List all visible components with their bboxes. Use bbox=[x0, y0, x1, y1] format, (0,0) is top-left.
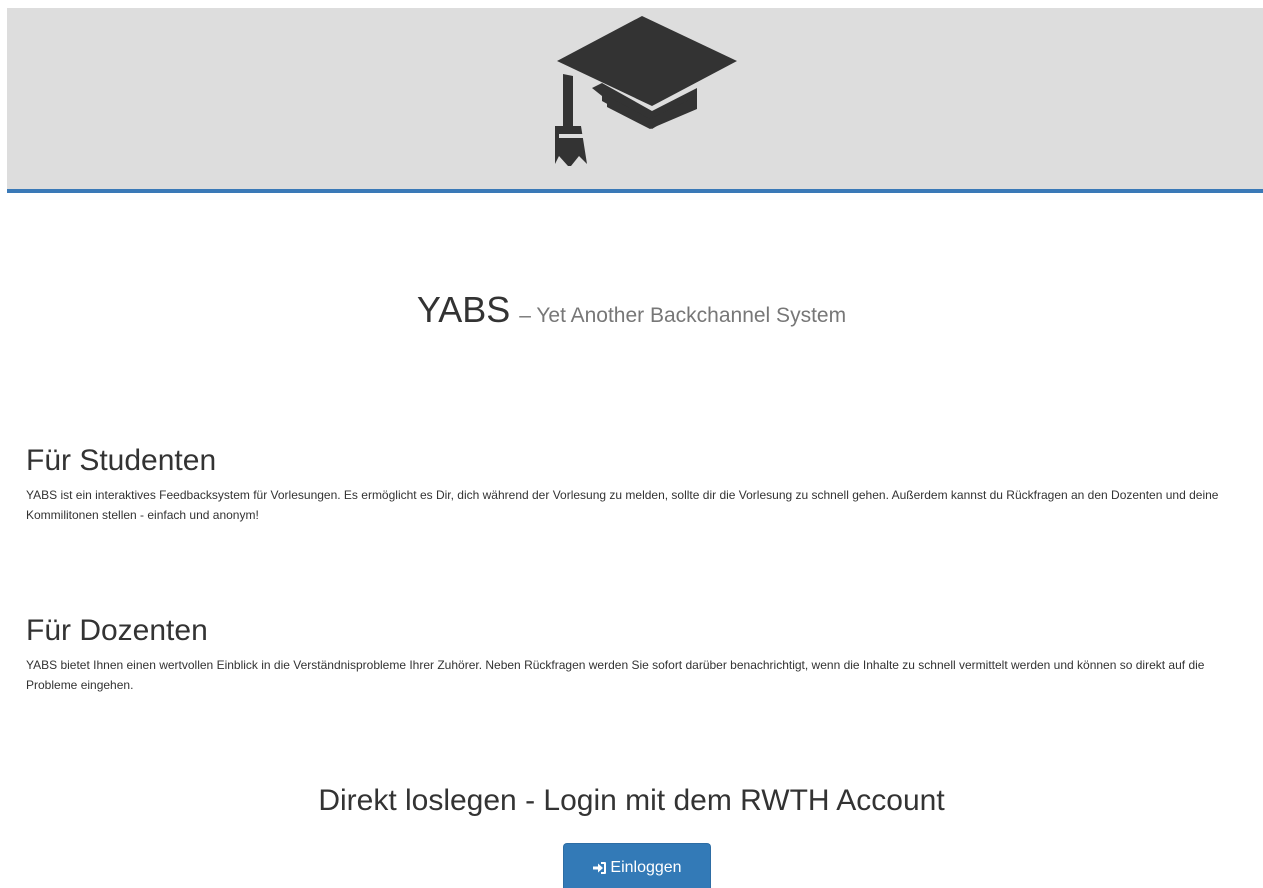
login-button[interactable]: Einloggen bbox=[563, 843, 711, 888]
section-students: Für Studenten YABS ist ein interaktives … bbox=[26, 444, 1236, 525]
section-lecturers: Für Dozenten YABS bietet Ihnen einen wer… bbox=[26, 614, 1236, 695]
section-heading-lecturers: Für Dozenten bbox=[26, 614, 208, 647]
header-banner bbox=[7, 8, 1263, 193]
landing-page: YABS – Yet Another Backchannel System Fü… bbox=[0, 0, 1263, 888]
app-subtitle: – Yet Another Backchannel System bbox=[519, 304, 847, 327]
graduation-cap-icon bbox=[547, 16, 747, 168]
log-in-icon bbox=[592, 860, 608, 876]
section-body-lecturers: YABS bietet Ihnen einen wertvollen Einbl… bbox=[26, 658, 1205, 692]
page-title: YABS – Yet Another Backchannel System bbox=[0, 290, 1263, 330]
login-cta-title: Direkt loslegen - Login mit dem RWTH Acc… bbox=[318, 784, 945, 817]
section-body-students: YABS ist ein interaktives Feedbacksystem… bbox=[26, 488, 1219, 522]
section-heading-students: Für Studenten bbox=[26, 444, 217, 477]
login-button-label: Einloggen bbox=[610, 859, 682, 876]
app-name: YABS bbox=[416, 289, 511, 330]
